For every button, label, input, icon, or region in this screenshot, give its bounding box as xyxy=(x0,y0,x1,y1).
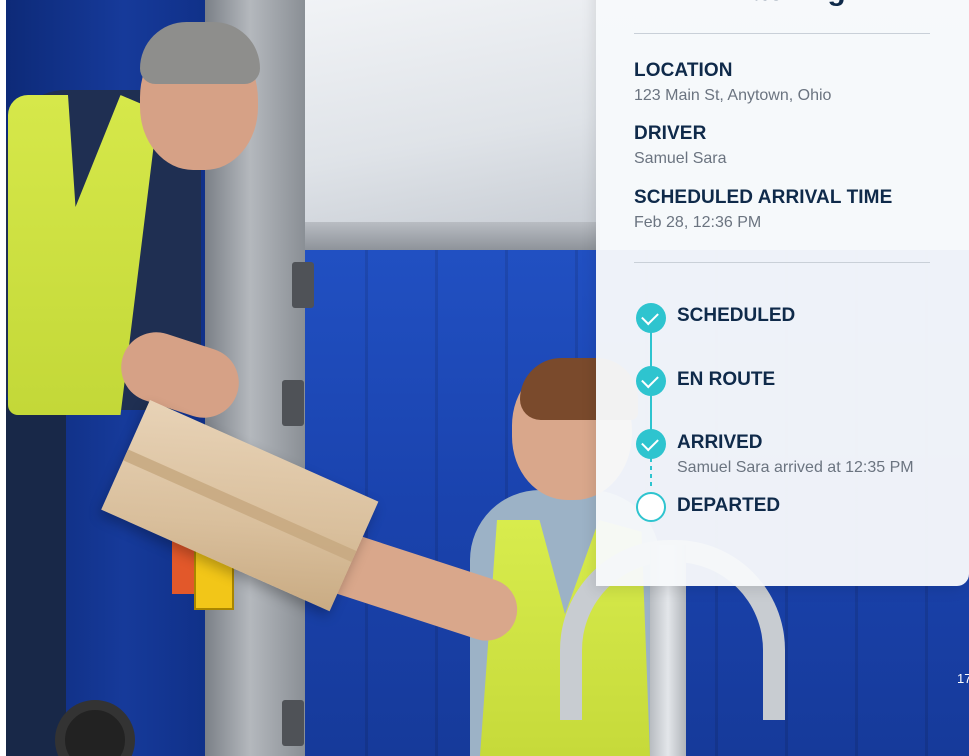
check-circle-icon xyxy=(636,303,666,333)
worker-left-legs xyxy=(6,400,66,756)
step-scheduled: SCHEDULED xyxy=(677,305,796,326)
empty-circle-icon xyxy=(636,492,666,522)
card-title: Tracking xyxy=(634,0,934,8)
arrival-time-label: SCHEDULED ARRIVAL TIME xyxy=(634,187,893,208)
truck-roof-beam xyxy=(300,222,600,252)
step-departed: DEPARTED xyxy=(677,495,781,516)
timeline-connector-pending xyxy=(650,458,652,490)
step-arrived: ARRIVED xyxy=(677,432,763,453)
location-label: LOCATION xyxy=(634,60,733,81)
door-hinge xyxy=(282,700,304,746)
check-circle-icon xyxy=(636,429,666,459)
arrival-time-value: Feb 28, 12:36 PM xyxy=(634,214,762,231)
location-value: 123 Main St, Anytown, Ohio xyxy=(634,87,832,104)
photo-edge xyxy=(0,0,6,756)
divider xyxy=(634,33,930,34)
page-number: 17 xyxy=(957,671,969,686)
driver-label: DRIVER xyxy=(634,123,707,144)
door-hinge xyxy=(292,262,314,308)
tracking-card: Tracking LOCATION 123 Main St, Anytown, … xyxy=(596,0,969,586)
step-arrived-detail: Samuel Sara arrived at 12:35 PM xyxy=(677,459,914,476)
driver-value: Samuel Sara xyxy=(634,150,727,167)
step-en-route: EN ROUTE xyxy=(677,369,776,390)
worker-left-hair xyxy=(140,22,260,84)
door-hinge xyxy=(282,380,304,426)
check-circle-icon xyxy=(636,366,666,396)
divider xyxy=(634,262,930,263)
truck-roof xyxy=(300,0,600,225)
